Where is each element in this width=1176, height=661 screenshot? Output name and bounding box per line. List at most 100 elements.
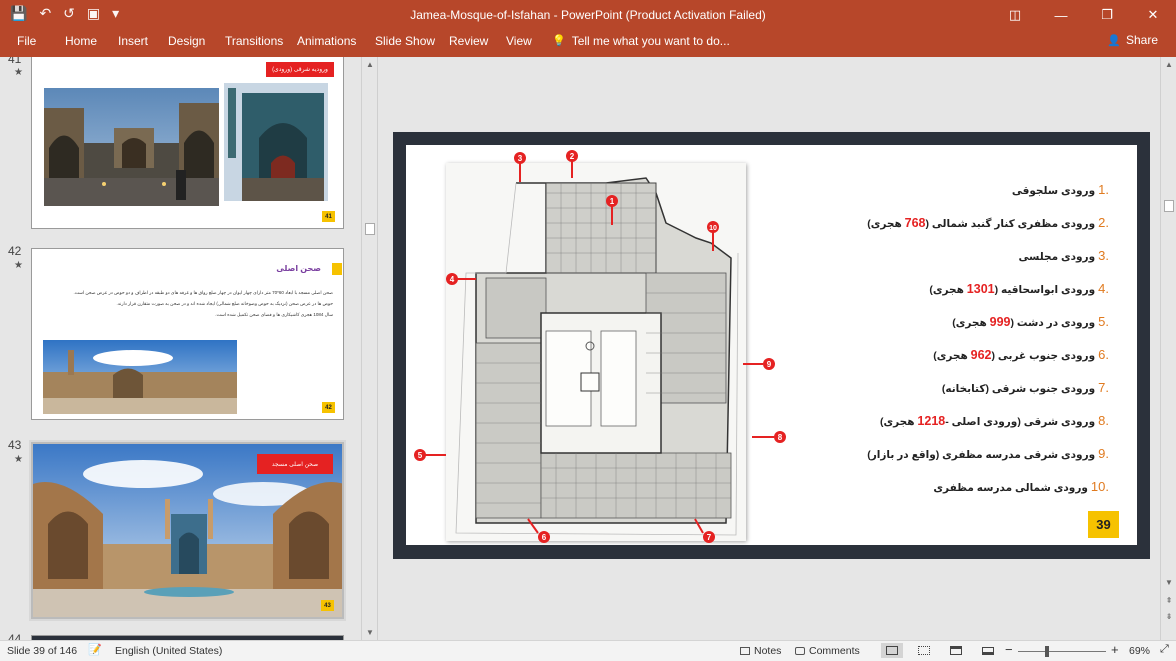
marker-9: 9 [743, 358, 775, 370]
tab-transitions[interactable]: Transitions [225, 34, 283, 48]
thumbnail-number: 42 [8, 244, 22, 258]
mosque-floor-plan [446, 163, 746, 541]
spelling-notes-icon[interactable]: 📝 [88, 643, 102, 656]
tab-animations[interactable]: Animations [297, 34, 356, 48]
comments-button[interactable]: Comments [795, 645, 860, 657]
maximize-icon[interactable]: ❐ [1084, 0, 1130, 30]
zoom-slider-handle[interactable] [1045, 646, 1049, 657]
marker-10: 10 [707, 221, 719, 251]
slide-scrollbar[interactable]: ▲ ▼ ⇞ ⇟ [1160, 57, 1176, 640]
entrance-list-item: .1ورودی سلجوقی [1012, 182, 1109, 197]
language-indicator[interactable]: English (United States) [115, 645, 222, 657]
entrance-list-item: .7ورودی جنوب شرقی (کتابخانه) [942, 380, 1109, 395]
marker-label: 5 [418, 451, 423, 460]
tab-insert[interactable]: Insert [118, 34, 148, 48]
scroll-down-icon[interactable]: ▼ [1161, 575, 1176, 589]
list-text: ورودی مجلسی [1018, 251, 1096, 263]
list-text: ورودی شمالی مدرسه مظفری [933, 482, 1088, 494]
zoom-out-button[interactable]: − [1005, 642, 1013, 657]
highlighted-year: 768 [904, 216, 926, 230]
scroll-thumb[interactable] [365, 223, 375, 235]
panorama-photo [43, 340, 237, 414]
thumbnail-header: صحن اصلی [276, 264, 321, 273]
tab-design[interactable]: Design [168, 34, 205, 48]
thumbnail-scrollbar[interactable]: ▲ ▼ [361, 57, 377, 640]
tab-slide-show[interactable]: Slide Show [375, 34, 435, 48]
status-bar: Slide 39 of 146 📝 English (United States… [0, 640, 1176, 661]
scroll-thumb[interactable] [1164, 200, 1174, 212]
marker-8: 8 [752, 431, 786, 443]
notes-icon [740, 647, 750, 655]
slideshow-button[interactable] [977, 643, 999, 658]
list-text: ورودی ابواسحاقیه ( [994, 284, 1096, 296]
tab-file[interactable]: File [17, 34, 36, 48]
entrance-list-item: .6ورودی جنوب غربی (962 هجری) [933, 347, 1109, 362]
list-text: ورودی سلجوقی [1011, 185, 1096, 197]
highlighted-year: 1301 [966, 282, 995, 296]
slide-thumbnail-42[interactable]: صحن اصلی صحن اصلی مسجد با ابعاد 60*70 مت… [31, 248, 344, 420]
thumbnail-number: 41 [8, 57, 22, 66]
next-slide-icon[interactable]: ⇟ [1161, 609, 1176, 623]
previous-slide-icon[interactable]: ⇞ [1161, 593, 1176, 607]
list-number: .9 [1098, 446, 1109, 461]
thumbnail-number: 44 [8, 632, 22, 640]
slide-thumbnail-41[interactable]: ورودیه شرقی (ورودی) 41 [31, 57, 344, 229]
slide-sorter-button[interactable] [913, 643, 935, 658]
list-number: .1 [1098, 182, 1109, 197]
list-text: ورودی در دشت ( [1010, 317, 1096, 329]
thumbnail-page-badge: 41 [322, 211, 335, 222]
animation-star-icon: ★ [14, 454, 23, 465]
person-icon: 👤 [1107, 34, 1121, 47]
zoom-level[interactable]: 69% [1129, 645, 1150, 657]
portal-photo [224, 83, 328, 201]
marker-label: 6 [542, 533, 547, 542]
list-text: هجری) [952, 317, 990, 329]
highlighted-year: 962 [970, 348, 992, 362]
list-text: هجری) [867, 218, 905, 230]
list-number: .7 [1098, 380, 1109, 395]
courtyard-photo [44, 88, 219, 206]
list-text: ورودی مظفری کنار گنبد شمالی ( [925, 218, 1096, 230]
zoom-slider[interactable] [1018, 651, 1106, 652]
normal-view-button[interactable] [881, 643, 903, 658]
share-label: Share [1125, 33, 1158, 47]
close-icon[interactable]: ✕ [1130, 0, 1176, 30]
zoom-in-button[interactable]: + [1111, 642, 1119, 657]
ribbon-tabs: File Home Insert Design Transitions Anim… [0, 30, 1176, 57]
list-number: .8 [1098, 413, 1109, 428]
thumbnail-text-line: سال 1084 هجری کاشیکاری ها و فضای صحن تکم… [215, 312, 333, 317]
tab-view[interactable]: View [506, 34, 532, 48]
reading-view-button[interactable] [945, 643, 967, 658]
entrance-list-item: .10ورودی شمالی مدرسه مظفری [933, 479, 1109, 494]
highlighted-year: 999 [989, 315, 1011, 329]
list-number: .5 [1098, 314, 1109, 329]
scroll-up-icon[interactable]: ▲ [1161, 57, 1176, 71]
share-button[interactable]: 👤 Share [1107, 33, 1158, 47]
highlighted-year: 1218 [917, 414, 946, 428]
fit-to-window-icon[interactable]: ⤢ [1160, 643, 1169, 656]
tell-me-box[interactable]: 💡 Tell me what you want to do... [552, 34, 730, 48]
tab-review[interactable]: Review [449, 34, 488, 48]
scroll-down-icon[interactable]: ▼ [362, 625, 377, 639]
marker-label: 9 [767, 360, 772, 369]
tell-me-label: Tell me what you want to do... [571, 34, 730, 48]
reading-view-icon [950, 646, 962, 655]
tab-home[interactable]: Home [65, 34, 97, 48]
normal-view-icon [886, 646, 898, 655]
marker-5: 5 [414, 449, 446, 461]
entrance-list-item: .5ورودی در دشت (999 هجری) [952, 314, 1109, 329]
notes-button[interactable]: Notes [740, 645, 781, 657]
slide-editing-area: 1 2 3 4 5 6 7 8 9 10 .1ورودی سلجوقی .2ور… [377, 57, 1159, 640]
list-number: .3 [1098, 248, 1109, 263]
scroll-up-icon[interactable]: ▲ [362, 57, 377, 71]
ribbon-display-options-icon[interactable]: ◫ [992, 0, 1038, 30]
slide-page-badge: 39 [1088, 511, 1119, 538]
slide-thumbnail-43[interactable]: صحن اصلی مسجد 43 [29, 440, 346, 621]
list-text: ورودی جنوب غربی ( [991, 350, 1096, 362]
marker-2: 2 [566, 150, 578, 178]
current-slide[interactable]: 1 2 3 4 5 6 7 8 9 10 .1ورودی سلجوقی .2ور… [406, 145, 1137, 545]
thumbnail-header: ورودیه شرقی (ورودی) [266, 62, 334, 77]
marker-label: 3 [518, 154, 523, 163]
list-text: ورودی شرقی (ورودی اصلی - [945, 416, 1096, 428]
minimize-icon[interactable]: — [1038, 0, 1084, 30]
